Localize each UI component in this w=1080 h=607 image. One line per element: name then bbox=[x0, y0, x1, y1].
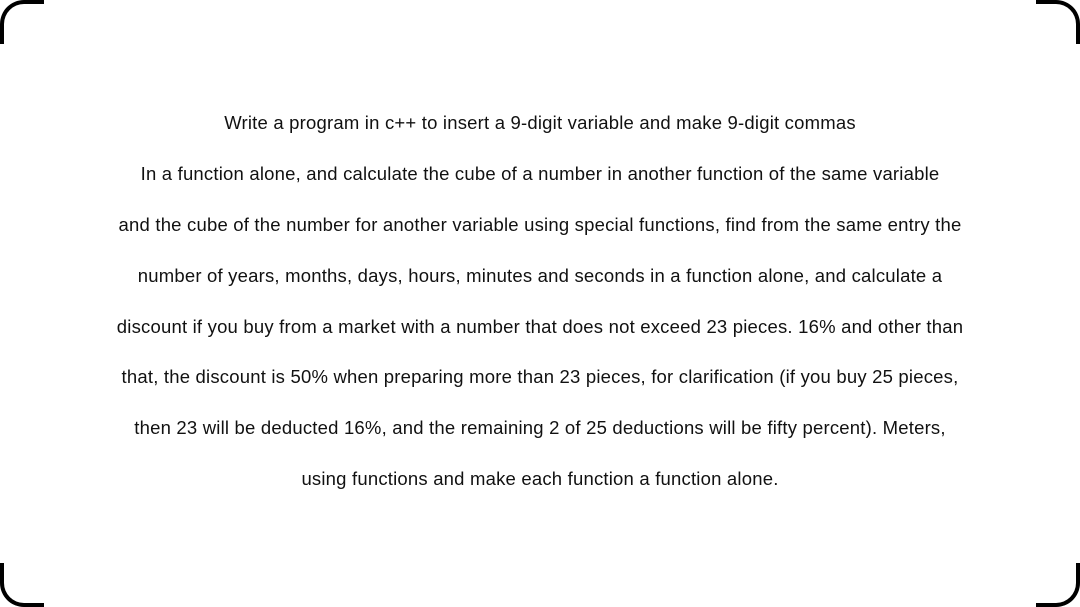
text-line: number of years, months, days, hours, mi… bbox=[60, 263, 1020, 289]
text-line: discount if you buy from a market with a… bbox=[60, 314, 1020, 340]
text-line: then 23 will be deducted 16%, and the re… bbox=[60, 415, 1020, 441]
document-body: Write a program in c++ to insert a 9-dig… bbox=[0, 0, 1080, 552]
text-line: and the cube of the number for another v… bbox=[60, 212, 1020, 238]
text-line: using functions and make each function a… bbox=[60, 466, 1020, 492]
text-line: In a function alone, and calculate the c… bbox=[60, 161, 1020, 187]
text-line: Write a program in c++ to insert a 9-dig… bbox=[60, 110, 1020, 136]
text-line: that, the discount is 50% when preparing… bbox=[60, 364, 1020, 390]
